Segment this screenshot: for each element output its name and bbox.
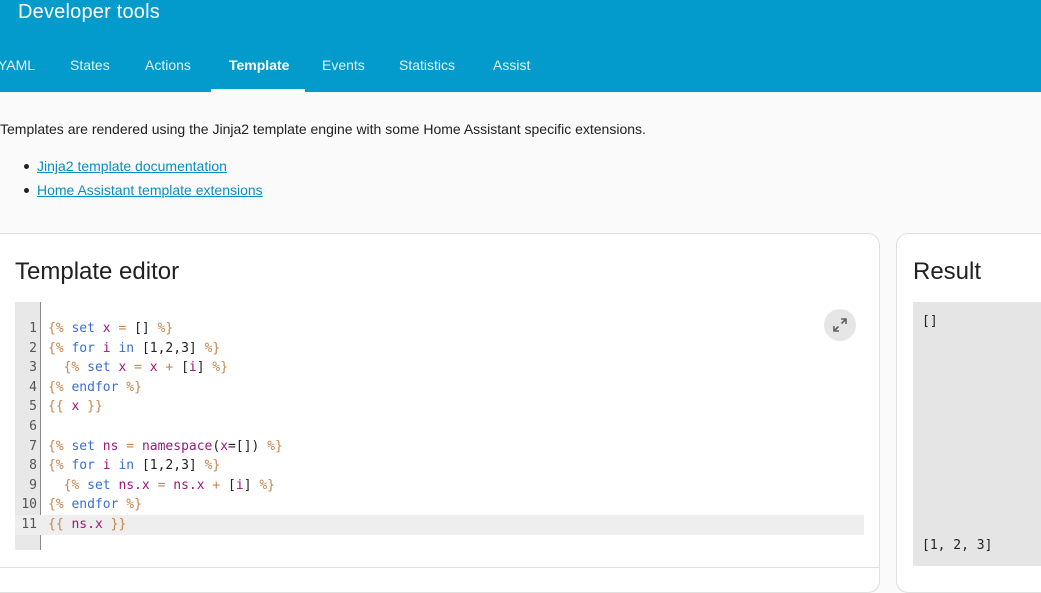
code-line[interactable]: 6 (15, 417, 864, 437)
ha-template-extensions-link[interactable]: Home Assistant template extensions (37, 182, 263, 198)
tab-yaml[interactable]: YAML (0, 38, 35, 92)
line-number: 7 (29, 438, 37, 454)
code-line[interactable]: 8 {% for i in [1,2,3] %} (15, 456, 864, 476)
code-text: {% set ns = namespace(x=[]) %} (48, 438, 283, 454)
line-number: 4 (29, 379, 37, 395)
tab-statistics[interactable]: Statistics (399, 38, 455, 92)
line-number: 3 (29, 360, 37, 376)
code-line[interactable]: 3 {% set x = x + [i] %} (15, 358, 864, 378)
card-divider (0, 567, 879, 568)
page-title: Developer tools (18, 1, 160, 23)
code-text: {% for i in [1,2,3] %} (48, 340, 221, 356)
code-text: {% set x = x + [i] %} (63, 360, 229, 376)
code-text: {% set x = [] %} (48, 321, 174, 336)
code-line[interactable]: 5 {{ x }} (15, 397, 864, 417)
line-number: 9 (29, 477, 37, 493)
result-last-line: [1, 2, 3] (922, 538, 993, 553)
list-item: Home Assistant template extensions (22, 181, 263, 205)
code-text: {% endfor %} (48, 379, 142, 395)
active-tab-indicator (211, 89, 305, 92)
code-line[interactable]: 4 {% endfor %} (15, 378, 864, 398)
code-line[interactable]: 1 {% set x = [] %} (15, 319, 864, 339)
code-text: {% for i in [1,2,3] %} (48, 458, 221, 474)
code-text: {% endfor %} (48, 497, 142, 513)
result-title: Result (913, 258, 982, 285)
result-first-line: [] (922, 314, 938, 329)
line-number: 2 (29, 340, 37, 356)
intro-text: Templates are rendered using the Jinja2 … (0, 121, 646, 137)
code-line[interactable]: 10 {% endfor %} (15, 495, 864, 515)
app-header: Developer tools YAML States Actions Temp… (0, 0, 1041, 92)
template-code-editor[interactable]: 1 {% set x = [] %} 2 {% for i in [1,2,3] %}… (15, 302, 864, 550)
line-number: 1 (29, 321, 37, 336)
tab-states[interactable]: States (70, 38, 110, 92)
result-output: [] [1, 2, 3] (913, 302, 1041, 566)
list-item: Jinja2 template documentation (22, 157, 263, 181)
tab-assist[interactable]: Assist (493, 38, 530, 92)
editor-title: Template editor (15, 258, 180, 285)
line-number: 8 (29, 458, 37, 474)
code-text: {{ ns.x }} (48, 517, 127, 532)
template-editor-card: Template editor 1 {% set x = [] %} 2 {% for… (0, 233, 880, 593)
line-number: 5 (29, 399, 37, 415)
code-line[interactable]: 7 {% set ns = namespace(x=[]) %} (15, 437, 864, 457)
code-line[interactable]: 9 {% set ns.x = ns.x + [i] %} (15, 476, 864, 496)
tab-template[interactable]: Template (229, 38, 289, 92)
code-text: {% set ns.x = ns.x + [i] %} (63, 477, 276, 493)
result-card: Result [] [1, 2, 3] (896, 233, 1041, 593)
line-number: 10 (21, 497, 37, 513)
line-number: 11 (21, 517, 37, 532)
tab-actions[interactable]: Actions (145, 38, 191, 92)
code-line[interactable]: 11 {{ ns.x }} (15, 515, 864, 535)
code-text: {{ x }} (48, 399, 103, 415)
tab-events[interactable]: Events (322, 38, 365, 92)
tab-bar: YAML States Actions Template Events Stat… (0, 38, 1041, 92)
doc-links: Jinja2 template documentation Home Assis… (22, 157, 263, 205)
code-line[interactable]: 2 {% for i in [1,2,3] %} (15, 339, 864, 359)
line-number: 6 (29, 419, 37, 434)
bullet-icon (24, 188, 29, 193)
bullet-icon (24, 164, 29, 169)
jinja2-docs-link[interactable]: Jinja2 template documentation (37, 158, 227, 174)
expand-editor-button[interactable] (824, 309, 856, 341)
